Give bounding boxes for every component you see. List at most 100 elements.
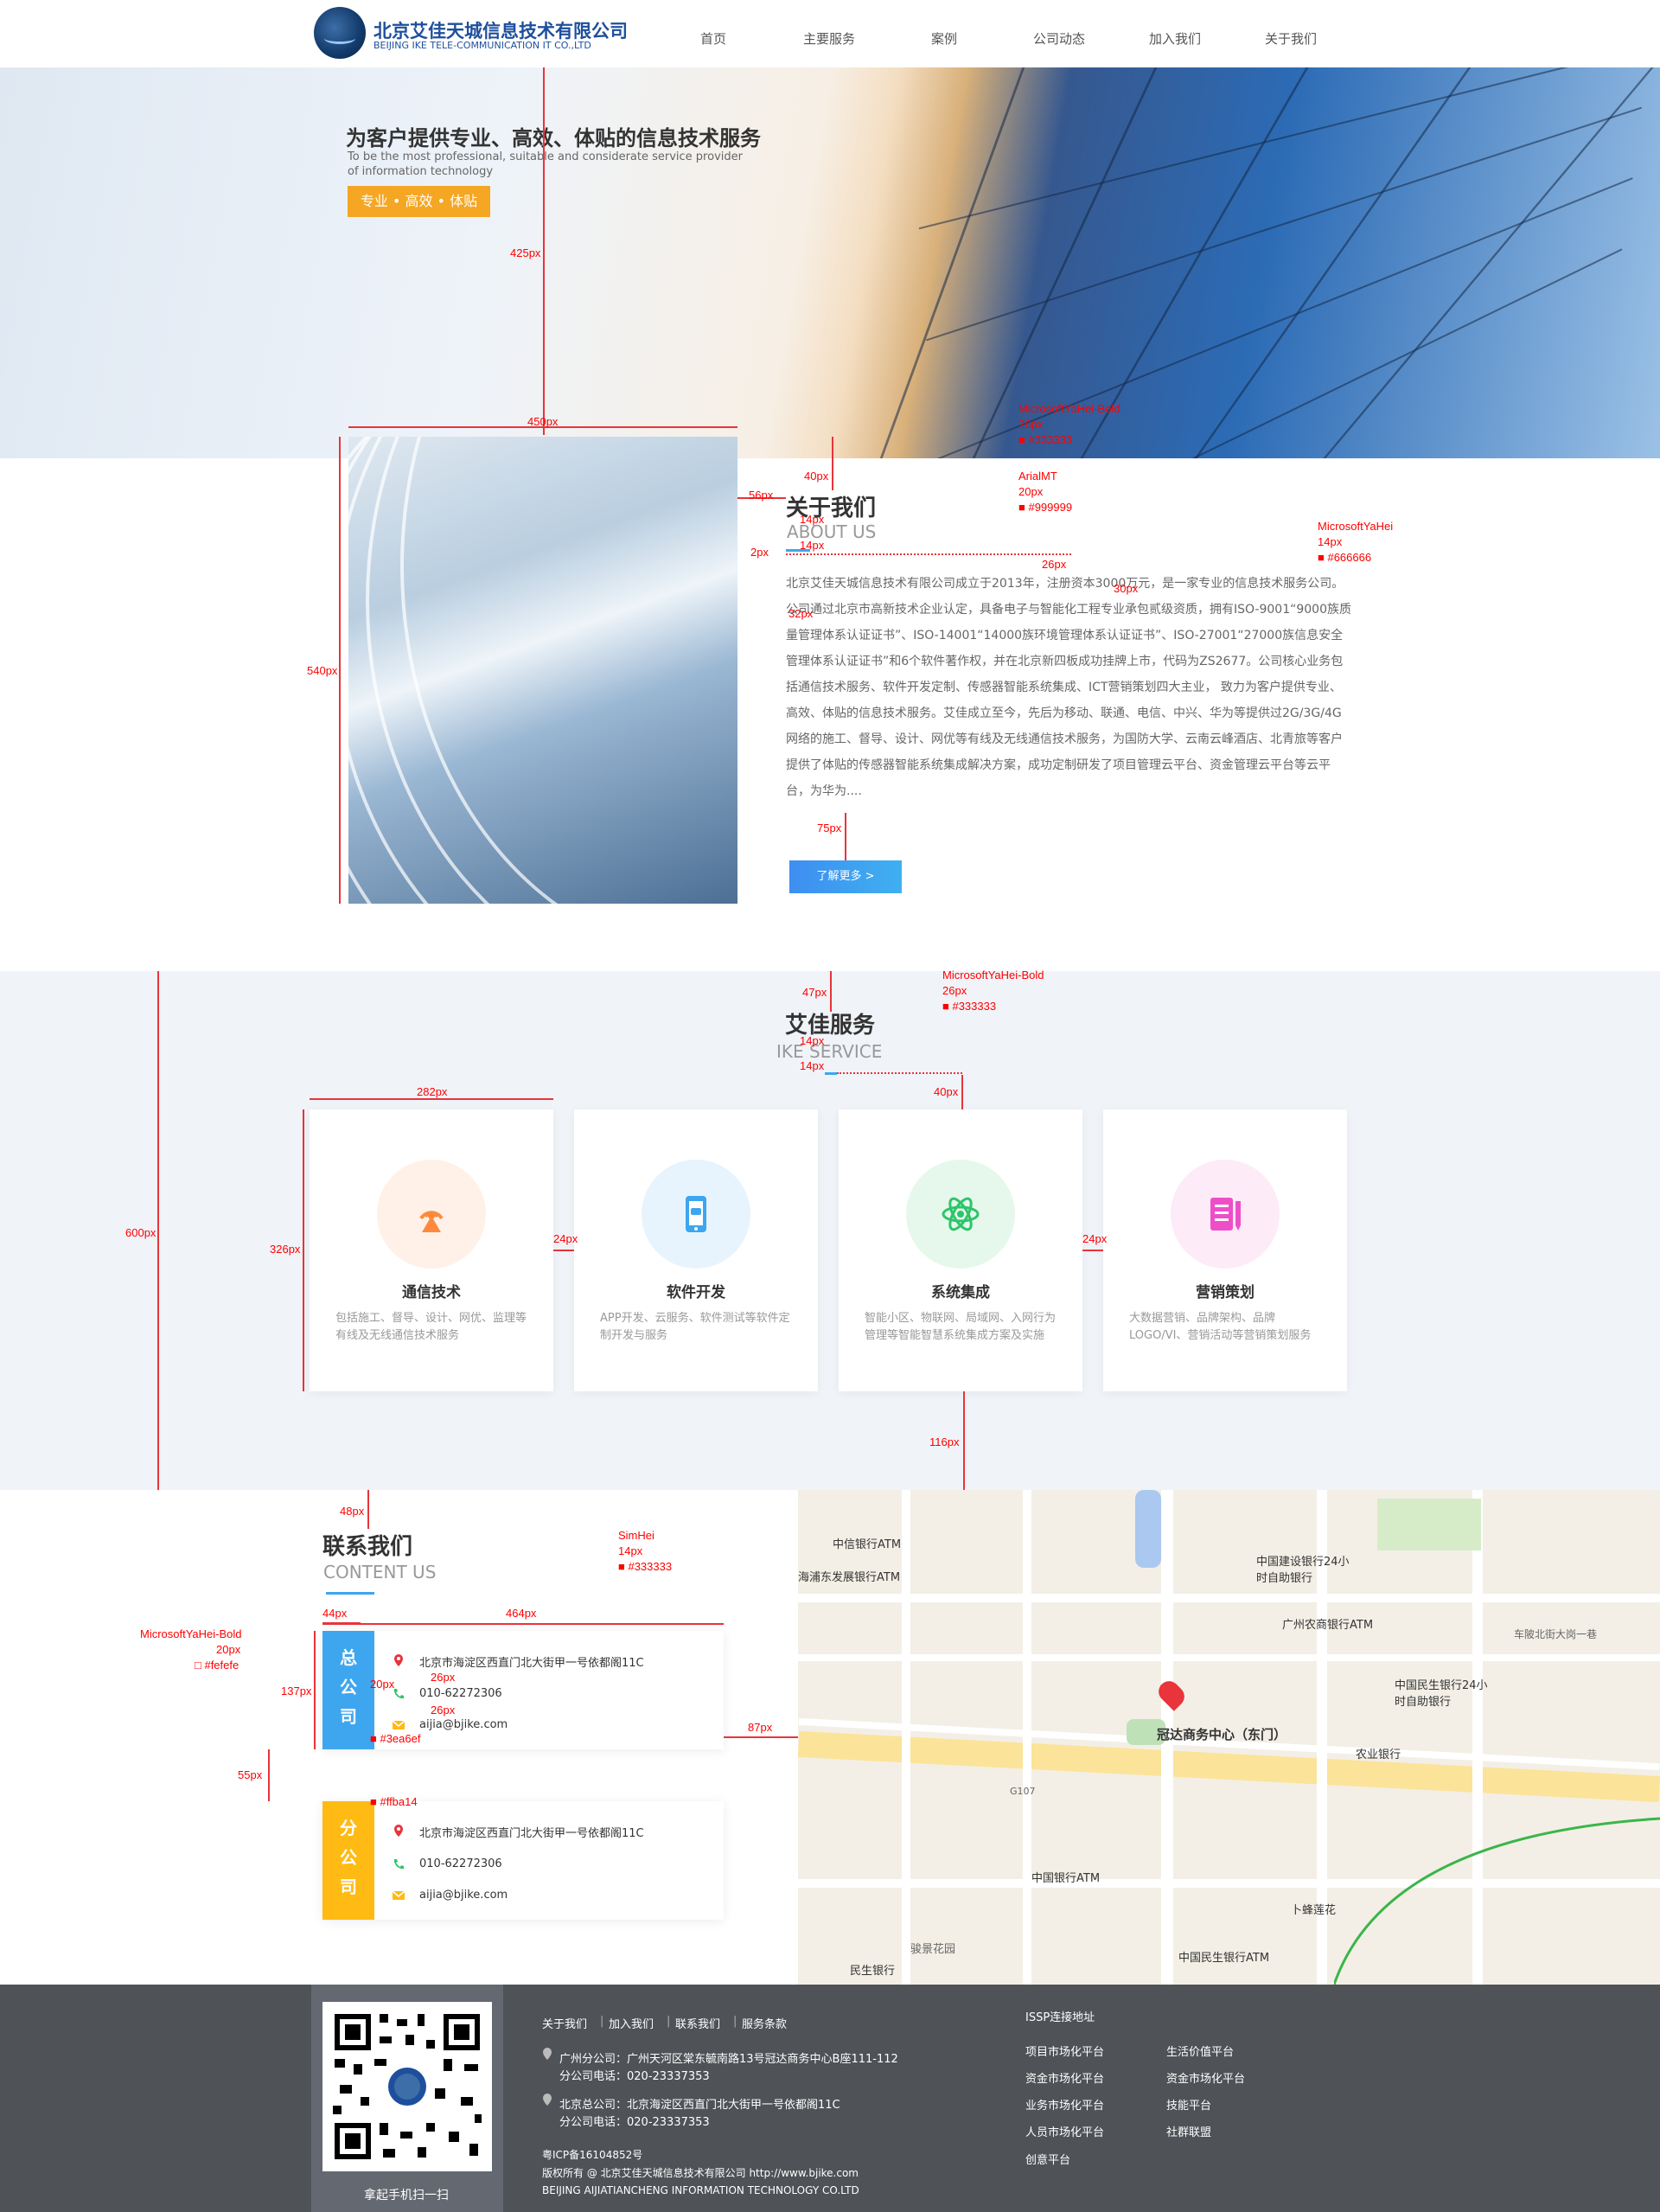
spec-label: 24px: [1082, 1232, 1108, 1245]
spec-label: 56px: [749, 489, 774, 502]
service-card-integration[interactable]: 系统集成 智能小区、物联网、局域网、入网行为管理等智能智慧系统集成方案及实施: [839, 1109, 1082, 1391]
spec-line: [268, 1749, 270, 1801]
beijing-phone: 分公司电话：020-23337353: [559, 2116, 710, 2129]
spec-label: 14px: [800, 539, 825, 552]
spec-label: 30px: [1114, 582, 1139, 595]
spec-label: 47px: [802, 986, 827, 999]
map-label: 农业银行: [1356, 1749, 1401, 1761]
email-icon: [392, 1890, 405, 1900]
spec-label: 20px: [1018, 485, 1044, 498]
logo-english-name: BEIJING IKE TELE-COMMUNICATION IT CO.,LT…: [374, 40, 591, 51]
spec-label: 14px: [800, 1059, 825, 1072]
signal-tower-icon: [419, 1211, 444, 1232]
spec-line: [1082, 1250, 1103, 1251]
document-pen-icon: [1210, 1198, 1241, 1231]
spec-label: ■ #ffba14: [370, 1795, 418, 1808]
issp-link[interactable]: 资金市场化平台: [1025, 2069, 1104, 2086]
metro-line-icon: [1334, 1817, 1660, 1985]
spec-line: [830, 971, 832, 1012]
spec-label: 26px: [1018, 418, 1044, 431]
nav-cases[interactable]: 案例: [931, 29, 957, 48]
learn-more-button[interactable]: 了解更多 >: [789, 860, 902, 893]
hero-banner: [0, 67, 1660, 458]
footer-link-terms[interactable]: 服务条款: [742, 2015, 787, 2031]
spec-label: MicrosoftYaHei-Bold: [942, 969, 1044, 981]
issp-link[interactable]: 技能平台: [1166, 2096, 1211, 2113]
spec-label: ■ #666666: [1318, 551, 1372, 564]
issp-link[interactable]: 项目市场化平台: [1025, 2043, 1104, 2059]
spec-label: 26px: [942, 984, 967, 997]
hero-slogan-button[interactable]: 专业 • 高效 • 体贴: [348, 186, 490, 217]
hero-title: 为客户提供专业、高效、体贴的信息技术服务: [346, 126, 761, 150]
guangzhou-phone: 分公司电话：020-23337353: [559, 2070, 710, 2083]
spec-label: 14px: [800, 513, 825, 526]
spec-label: 20px: [216, 1643, 241, 1656]
service-card-marketing[interactable]: 营销策划 大数据营销、品牌架构、品牌LOGO/VI、营销活动等营销策划服务: [1103, 1109, 1347, 1391]
spec-label: 282px: [417, 1085, 448, 1098]
integration-icon-circle: [906, 1160, 1015, 1269]
map-label: 中国民生银行ATM: [1178, 1952, 1270, 1965]
card-description: APP开发、云服务、软件测试等软件定制开发与服务: [600, 1312, 790, 1342]
beijing-address: 北京总公司：北京海淀区西直门北大街甲一号依都阁11C: [559, 2099, 840, 2112]
spec-label: 44px: [322, 1607, 348, 1620]
icp-number[interactable]: 粤ICP备16104852号: [542, 2147, 642, 2162]
footer-link-about[interactable]: 关于我们: [542, 2015, 587, 2031]
location-pin-icon: [543, 2048, 552, 2060]
head-office-tag: 总公司: [322, 1631, 374, 1749]
map-label: 中国民生银行24小时自助银行: [1395, 1679, 1488, 1709]
issp-link[interactable]: 创意平台: [1025, 2151, 1070, 2167]
location-pin-icon: [543, 2094, 552, 2106]
card-title: 营销策划: [1196, 1284, 1255, 1301]
spec-label: 20px: [370, 1678, 395, 1691]
contact-underline: [326, 1592, 374, 1595]
footer-link-contact[interactable]: 联系我们: [675, 2015, 720, 2031]
company-logo-icon[interactable]: [314, 7, 366, 59]
nav-home[interactable]: 首页: [700, 29, 726, 48]
spec-label: 116px: [929, 1435, 960, 1448]
spec-line: [339, 437, 341, 904]
map-label: 骏景花园: [910, 1943, 956, 1956]
spec-label: 87px: [748, 1721, 773, 1734]
spec-label: 14px: [618, 1544, 643, 1557]
nav-join-us[interactable]: 加入我们: [1149, 29, 1201, 48]
location-marker-icon[interactable]: [1154, 1677, 1189, 1711]
nav-news[interactable]: 公司动态: [1033, 29, 1085, 48]
spec-label: 24px: [553, 1232, 578, 1245]
spec-line: [963, 1391, 965, 1490]
map-label: G107: [1010, 1786, 1036, 1797]
branch-office-tag: 分公司: [322, 1801, 374, 1920]
qr-code-icon[interactable]: [322, 2002, 492, 2171]
spec-line: [553, 1250, 574, 1251]
spec-line: [832, 437, 833, 490]
spec-label: ArialMT: [1018, 470, 1057, 483]
spec-line: [367, 1490, 369, 1529]
service-card-software[interactable]: 软件开发 APP开发、云服务、软件测试等软件定制开发与服务: [574, 1109, 818, 1391]
service-card-telecom[interactable]: 通信技术 包括施工、督导、设计、网优、监理等有线及无线通信技术服务: [310, 1109, 553, 1391]
spec-label: 26px: [431, 1671, 456, 1684]
location-map[interactable]: 冠达商务中心（东门） 中信银行ATM 海浦东发展银行ATM 中国建设银行24小时…: [798, 1490, 1660, 1985]
nav-about-us[interactable]: 关于我们: [1265, 29, 1317, 48]
spec-label: ■ #333333: [942, 1000, 997, 1013]
spec-label: ■ #333333: [618, 1560, 673, 1573]
spec-label: 32px: [788, 607, 814, 620]
company-english-name: BEIJING AIJIATIANCHENG INFORMATION TECHN…: [542, 2184, 859, 2196]
spec-label: 75px: [817, 822, 842, 834]
map-label: 海浦东发展银行ATM: [798, 1571, 901, 1584]
spec-label: 40px: [804, 470, 829, 483]
spec-label: 450px: [527, 415, 559, 428]
issp-link[interactable]: 生活价值平台: [1166, 2043, 1234, 2059]
issp-link[interactable]: 业务市场化平台: [1025, 2096, 1104, 2113]
phone-icon: [393, 1859, 404, 1870]
spec-label: 137px: [281, 1685, 312, 1697]
map-label: 中国银行ATM: [1031, 1872, 1101, 1885]
issp-link[interactable]: 人员市场化平台: [1025, 2123, 1104, 2139]
nav-services[interactable]: 主要服务: [803, 29, 855, 48]
marker-label: 冠达商务中心（东门）: [1157, 1727, 1287, 1742]
issp-link[interactable]: 社群联盟: [1166, 2123, 1211, 2139]
footer-link-join[interactable]: 加入我们: [609, 2015, 654, 2031]
spec-label: ■ #333333: [1018, 433, 1073, 446]
hero-subtitle: To be the most professional, suitable an…: [348, 150, 743, 178]
branch-office-card: 分公司 北京市海淀区西直门北大街甲一号依都阁11C 010-62272306 a…: [322, 1801, 724, 1920]
issp-link[interactable]: 资金市场化平台: [1166, 2069, 1245, 2086]
map-label: 卜蜂莲花: [1291, 1904, 1337, 1917]
